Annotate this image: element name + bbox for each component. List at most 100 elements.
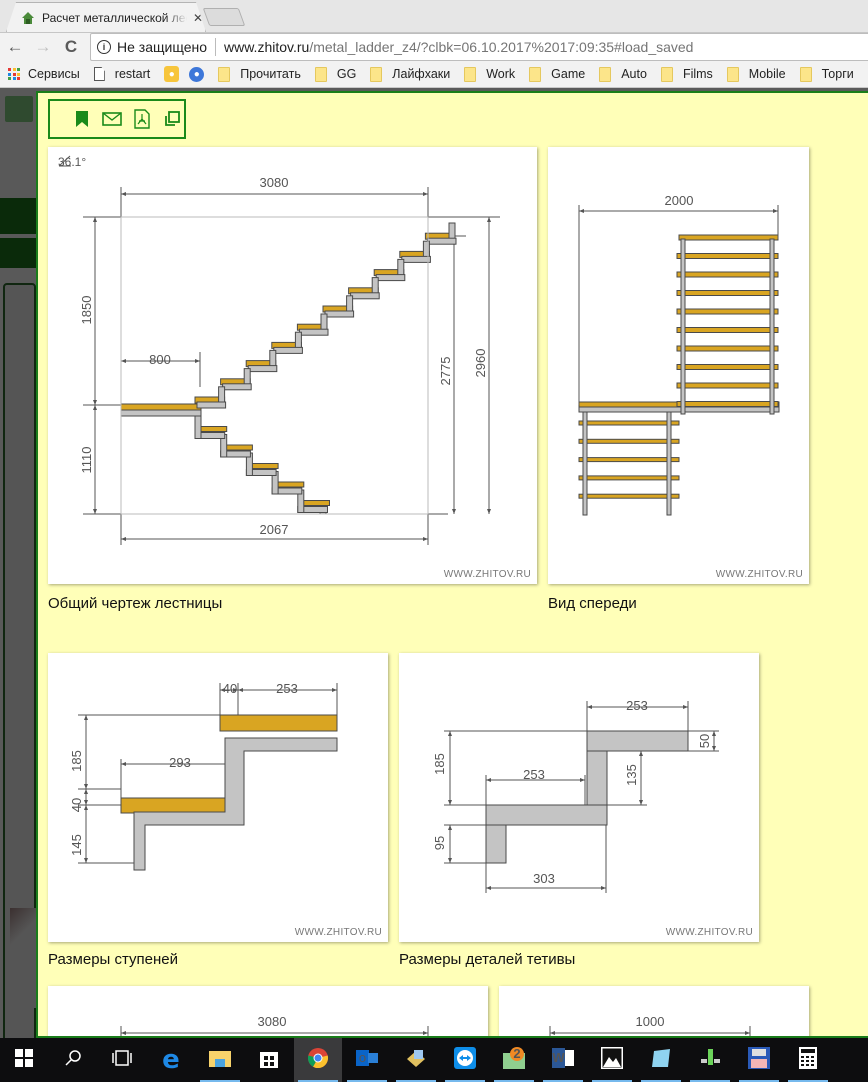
drawing-steps[interactable]: 40 253 293 185 40 145 WWW.ZHITOV.RU bbox=[48, 653, 388, 942]
folder-icon bbox=[799, 66, 812, 82]
apps-icon bbox=[8, 68, 20, 80]
bookmark-folder-gg[interactable]: GG bbox=[314, 66, 356, 82]
general-drawing-svg: 3080 800 2067 1850 1110 2775 2960 bbox=[79, 175, 500, 545]
folder-icon bbox=[218, 66, 231, 82]
taskbar-photos-button[interactable] bbox=[588, 1038, 636, 1082]
forward-button[interactable]: → bbox=[32, 36, 54, 58]
taskbar-save-button[interactable] bbox=[735, 1038, 783, 1082]
post bbox=[582, 411, 588, 516]
copy-icon[interactable] bbox=[162, 109, 182, 129]
taskbar-start-button[interactable] bbox=[0, 1038, 48, 1082]
stringer-foot bbox=[485, 824, 507, 864]
stringer-segment bbox=[401, 255, 431, 263]
url-path: /metal_ladder_z4/?clbk=06.10.2017%2017:0… bbox=[309, 39, 694, 55]
new-tab-button[interactable] bbox=[202, 8, 246, 26]
post bbox=[666, 411, 672, 516]
taskbar-maps-button[interactable]: 2 bbox=[490, 1038, 538, 1082]
caption-general: Общий чертеж лестницы bbox=[48, 595, 223, 612]
stringer-segment bbox=[298, 328, 329, 336]
drawing-general[interactable]: 36.1° 3080 800 2067 1850 1110 2775 2960 … bbox=[48, 147, 537, 584]
plan-b-drawing-svg: 1000 bbox=[549, 1014, 751, 1036]
taskbar-notepad-button[interactable] bbox=[637, 1038, 685, 1082]
taskbar-search-button[interactable] bbox=[49, 1038, 97, 1082]
pdf-icon[interactable] bbox=[132, 109, 152, 129]
edge-icon: e bbox=[162, 1045, 180, 1075]
drawing-stringer[interactable]: 253 50 185 253 135 95 303 WWW.ZHITOV.RU bbox=[399, 653, 759, 942]
svg-text:W: W bbox=[552, 1050, 565, 1065]
bookmark-folder-game[interactable]: Game bbox=[529, 66, 586, 82]
bookmark-folder-auto[interactable]: Auto bbox=[599, 66, 647, 82]
plan-a-drawing-svg: 3080 bbox=[120, 1014, 429, 1036]
browser-tab[interactable]: Расчет металлической лестницы ✕ bbox=[6, 2, 206, 32]
stringer-segment bbox=[350, 292, 380, 300]
taskbar-word-button[interactable]: W bbox=[539, 1038, 587, 1082]
landing-tread bbox=[120, 403, 202, 411]
file-explorer-icon bbox=[209, 1049, 231, 1072]
email-icon[interactable] bbox=[102, 109, 122, 129]
tread bbox=[678, 234, 779, 241]
tread bbox=[676, 253, 779, 259]
taskbar-chrome-button[interactable] bbox=[294, 1038, 342, 1082]
folder-icon bbox=[726, 66, 739, 82]
bookmark-profile[interactable]: ● bbox=[189, 66, 218, 82]
reload-button[interactable]: C bbox=[60, 36, 82, 58]
chrome-icon bbox=[307, 1047, 329, 1074]
folder-icon bbox=[599, 66, 612, 82]
tread-lower bbox=[120, 797, 239, 814]
drawing-plan-b[interactable]: 1000 bbox=[499, 986, 809, 1036]
drawing-front[interactable]: 2000 WWW.ZHITOV.RU bbox=[548, 147, 809, 584]
bookmark-label: Game bbox=[551, 67, 586, 81]
outlook-icon: o bbox=[356, 1048, 378, 1073]
tab-close-icon[interactable]: ✕ bbox=[193, 11, 203, 25]
taskbar-calculator-button[interactable] bbox=[784, 1038, 832, 1082]
dim-stringer-riser: 135 bbox=[624, 764, 639, 786]
caption-stringer: Размеры деталей тетивы bbox=[399, 951, 576, 968]
tread bbox=[676, 345, 779, 352]
site-image bbox=[10, 908, 36, 1008]
bookmark-folder-mobile[interactable]: Mobile bbox=[726, 66, 786, 82]
address-bar[interactable]: i Не защищено www.zhitov.ru /metal_ladde… bbox=[90, 33, 868, 61]
bookmark-restart[interactable]: restart bbox=[93, 67, 151, 81]
stringer-top-plate bbox=[586, 730, 689, 752]
caption-steps: Размеры ступеней bbox=[48, 951, 179, 968]
taskbar-installer-button[interactable] bbox=[392, 1038, 440, 1082]
bookmark-label: Лайфхаки bbox=[392, 67, 451, 81]
taskbar-teamviewer-button[interactable] bbox=[441, 1038, 489, 1082]
page-icon bbox=[93, 67, 105, 81]
url-host: www.zhitov.ru bbox=[224, 39, 310, 55]
bookmark-keep[interactable]: ● bbox=[164, 66, 189, 82]
dim-height-inner: 2775 bbox=[438, 357, 453, 386]
bookmark-folder-read[interactable]: Прочитать bbox=[218, 66, 301, 82]
stringer-segment bbox=[426, 237, 457, 245]
security-status[interactable]: Не защищено bbox=[117, 39, 207, 55]
taskbar-task-view-button[interactable] bbox=[98, 1038, 146, 1082]
bookmark-folder-torgi[interactable]: Торги bbox=[799, 66, 854, 82]
post bbox=[769, 238, 775, 415]
task-view-icon bbox=[111, 1049, 133, 1072]
bookmark-folder-work[interactable]: Work bbox=[464, 66, 515, 82]
taskbar-outlook-button[interactable]: o bbox=[343, 1038, 391, 1082]
watermark: WWW.ZHITOV.RU bbox=[294, 927, 382, 938]
forward-arrow-icon: → bbox=[34, 37, 52, 56]
stringer-riser bbox=[586, 750, 608, 806]
installer-icon bbox=[405, 1047, 427, 1074]
teamviewer-icon bbox=[454, 1046, 476, 1074]
dim-height-total: 2960 bbox=[473, 349, 488, 378]
info-icon[interactable]: i bbox=[97, 40, 111, 54]
bookmark-services[interactable]: Сервисы bbox=[8, 67, 80, 81]
taskbar-file-explorer-button[interactable] bbox=[196, 1038, 244, 1082]
bookmark-folder-lifehacks[interactable]: Лайфхаки bbox=[370, 66, 451, 82]
bookmark-label: restart bbox=[114, 67, 151, 81]
bookmark-icon[interactable] bbox=[72, 109, 92, 129]
dim-rise: 185 bbox=[69, 750, 84, 772]
dim-front-width: 2000 bbox=[665, 193, 694, 208]
folder-icon bbox=[529, 66, 542, 82]
back-button[interactable]: ← bbox=[4, 36, 26, 58]
bookmark-folder-films[interactable]: Films bbox=[660, 66, 713, 82]
taskbar-network-button[interactable] bbox=[686, 1038, 734, 1082]
tread bbox=[676, 290, 779, 296]
taskbar-edge-button[interactable]: e bbox=[147, 1038, 195, 1082]
taskbar-store-button[interactable] bbox=[245, 1038, 293, 1082]
tread bbox=[676, 271, 779, 278]
drawing-plan-a[interactable]: 3080 bbox=[48, 986, 488, 1036]
